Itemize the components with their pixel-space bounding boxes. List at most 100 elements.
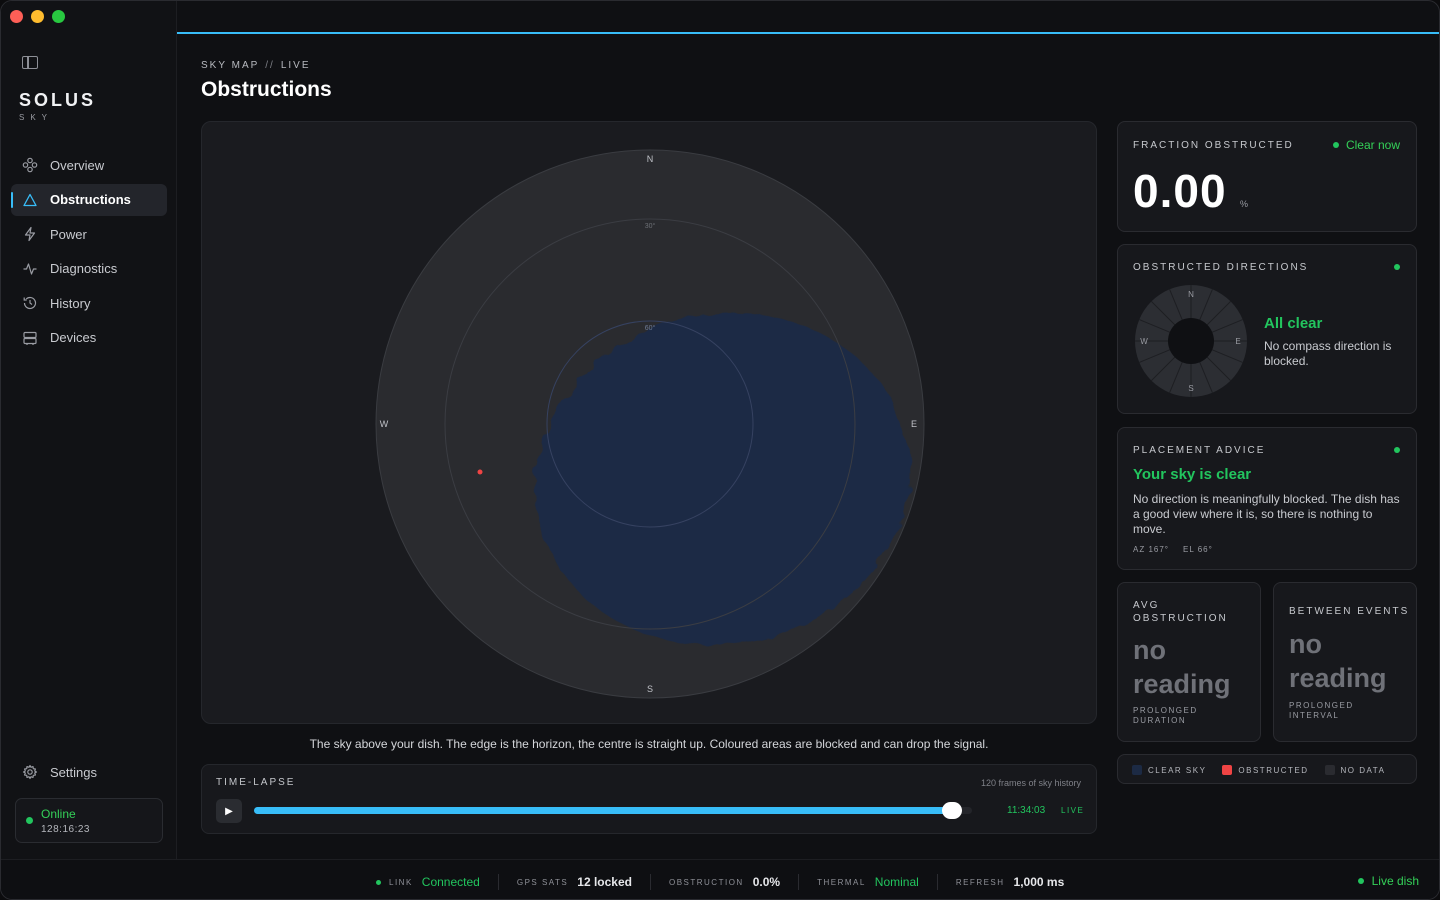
obstructed-directions-card: OBSTRUCTED DIRECTIONS N E S W All clear … bbox=[1117, 244, 1417, 414]
fraction-obstructed-card: FRACTION OBSTRUCTED Clear now 0.00 % bbox=[1117, 121, 1417, 232]
avg-sub-line1: PROLONGED bbox=[1133, 706, 1198, 715]
sidebar-item-settings[interactable]: Settings bbox=[11, 756, 167, 788]
avg-sub-line2: DURATION bbox=[1133, 716, 1187, 725]
between-sub: PROLONGED INTERVAL bbox=[1289, 701, 1354, 721]
sidebar-nav: Overview Obstructions Power Diagnostics bbox=[11, 149, 167, 356]
between-value: no reading bbox=[1289, 627, 1387, 695]
timelapse-live-badge[interactable]: LIVE bbox=[1061, 806, 1084, 815]
breadcrumb-section[interactable]: SKY MAP bbox=[201, 60, 259, 71]
sidebar-item-history[interactable]: History bbox=[11, 287, 167, 319]
page-title: Obstructions bbox=[201, 78, 332, 101]
gear-icon bbox=[22, 764, 38, 780]
header-accent-line bbox=[177, 32, 1439, 34]
status-label: Online bbox=[41, 807, 76, 821]
legend-swatch bbox=[1324, 765, 1335, 775]
obstruction-point bbox=[477, 469, 483, 475]
timelapse-slider-track[interactable] bbox=[254, 807, 972, 814]
directions-label: OBSTRUCTED DIRECTIONS bbox=[1133, 262, 1309, 273]
status-obstruction: OBSTRUCTION 0.0% bbox=[668, 874, 800, 890]
sidebar: SOLUS SKY Overview Obstructions Power Di… bbox=[1, 1, 177, 859]
sidebar-item-overview[interactable]: Overview bbox=[11, 149, 167, 181]
avg-label: AVG OBSTRUCTION bbox=[1133, 599, 1228, 625]
zoom-window-button[interactable] bbox=[52, 10, 65, 23]
fraction-status-label: Clear now bbox=[1345, 138, 1400, 152]
status-gps: GPS SATS 12 locked bbox=[517, 874, 651, 890]
status-value: 1,000 ms bbox=[1013, 875, 1065, 889]
avg-value-line1: no bbox=[1133, 635, 1166, 665]
avg-label-line1: AVG bbox=[1133, 600, 1160, 611]
avg-value-line2: reading bbox=[1133, 669, 1231, 699]
live-dish-indicator[interactable]: Live dish bbox=[1357, 874, 1419, 888]
status-value: Nominal bbox=[874, 875, 919, 889]
status-refresh: REFRESH 1,000 ms bbox=[956, 874, 1082, 890]
status-value: 12 locked bbox=[577, 875, 632, 889]
sidebar-item-power[interactable]: Power bbox=[11, 218, 167, 250]
sidebar-toggle-icon[interactable] bbox=[22, 56, 38, 69]
sky-map[interactable]: N 30° 60° W E S bbox=[202, 122, 1097, 724]
sidebar-item-label: Settings bbox=[50, 764, 97, 780]
advice-coordinates: AZ 167° EL 66° bbox=[1133, 545, 1227, 554]
between-label: BETWEEN EVENTS bbox=[1289, 606, 1410, 617]
status-key: OBSTRUCTION bbox=[668, 877, 744, 887]
compass-w-label: W bbox=[380, 419, 389, 429]
azimuth-value: AZ 167° bbox=[1133, 545, 1169, 554]
sidebar-item-devices[interactable]: Devices bbox=[11, 322, 167, 354]
fraction-status: Clear now bbox=[1332, 138, 1400, 152]
timelapse-frame-count: 120 frames of sky history bbox=[980, 778, 1081, 788]
sky-map-panel: N 30° 60° W E S bbox=[201, 121, 1097, 724]
brand-logo: SOLUS bbox=[19, 90, 97, 110]
legend-swatch bbox=[1132, 765, 1142, 775]
timelapse-title: TIME-LAPSE bbox=[216, 777, 296, 788]
status-value: 0.0% bbox=[752, 875, 781, 889]
sidebar-item-diagnostics[interactable]: Diagnostics bbox=[11, 253, 167, 285]
connection-status: Online 128:16:23 bbox=[15, 798, 163, 843]
triangle-icon bbox=[22, 192, 38, 208]
sidebar-item-label: Obstructions bbox=[50, 192, 131, 207]
compass-s-label: S bbox=[1188, 384, 1193, 393]
fraction-value: 0.00 bbox=[1133, 165, 1227, 217]
avg-sub: PROLONGED DURATION bbox=[1133, 706, 1198, 726]
sidebar-settings: Settings bbox=[11, 756, 167, 791]
pulse-icon bbox=[22, 261, 38, 277]
between-sub-line2: INTERVAL bbox=[1289, 711, 1340, 720]
sidebar-item-label: Power bbox=[50, 226, 87, 242]
status-dot-icon bbox=[1394, 447, 1400, 453]
play-button[interactable]: ▶ bbox=[216, 799, 242, 823]
status-key: REFRESH bbox=[955, 877, 1005, 887]
timelapse-panel: TIME-LAPSE 120 frames of sky history ▶ 1… bbox=[201, 764, 1097, 834]
between-value-line2: reading bbox=[1289, 663, 1387, 693]
app-window: SOLUS SKY Overview Obstructions Power Di… bbox=[0, 0, 1440, 900]
compass-e-label: E bbox=[911, 419, 917, 429]
uptime-value: 128:16:23 bbox=[41, 824, 90, 835]
overview-icon bbox=[22, 157, 38, 173]
sidebar-item-obstructions[interactable]: Obstructions bbox=[11, 183, 167, 216]
advice-title: Your sky is clear bbox=[1133, 466, 1252, 483]
compass-w-label: W bbox=[1140, 337, 1148, 346]
ring-30-label: 30° bbox=[645, 222, 656, 230]
between-sub-line1: PROLONGED bbox=[1289, 701, 1354, 710]
timelapse-time: 11:34:03 bbox=[1007, 805, 1046, 816]
timelapse-slider-handle[interactable] bbox=[941, 802, 962, 819]
status-key: GPS SATS bbox=[516, 877, 569, 887]
elevation-value: EL 66° bbox=[1183, 545, 1213, 554]
live-dish-label: Live dish bbox=[1371, 874, 1419, 888]
sidebar-item-label: Overview bbox=[50, 157, 105, 173]
sky-map-caption: The sky above your dish. The edge is the… bbox=[309, 737, 989, 751]
breadcrumb: SKY MAP // LIVE bbox=[201, 60, 311, 71]
compass-s-label: S bbox=[647, 684, 653, 694]
bolt-icon bbox=[22, 226, 38, 242]
minimize-window-button[interactable] bbox=[31, 10, 44, 23]
compass-n-label: N bbox=[647, 154, 654, 164]
close-window-button[interactable] bbox=[10, 10, 23, 23]
breadcrumb-separator: // bbox=[265, 60, 275, 71]
devices-icon bbox=[22, 330, 38, 346]
status-dot-icon bbox=[1394, 264, 1400, 270]
avg-value: no reading bbox=[1133, 633, 1231, 701]
status-link: LINK Connected bbox=[376, 874, 499, 890]
fraction-label: FRACTION OBSTRUCTED bbox=[1133, 140, 1294, 151]
status-thermal: THERMAL Nominal bbox=[817, 874, 938, 890]
status-dot-icon bbox=[376, 879, 381, 885]
legend-label: CLEAR SKY bbox=[1148, 765, 1207, 775]
status-bar: LINK Connected GPS SATS 12 locked OBSTRU… bbox=[1, 859, 1439, 899]
status-key: LINK bbox=[389, 877, 413, 887]
